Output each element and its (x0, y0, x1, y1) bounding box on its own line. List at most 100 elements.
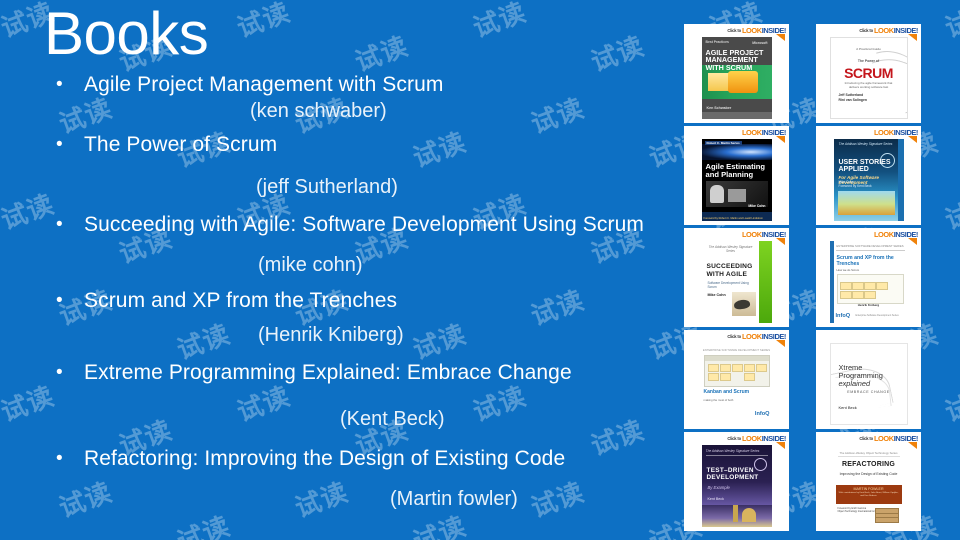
cover-author: Mike Cohn (748, 204, 766, 208)
cover-series: Best Practices (705, 40, 729, 44)
cover-art: The Addison-Wesley Object Technology Ser… (829, 445, 908, 527)
look-inside-look-label: LOOK (873, 230, 894, 239)
book-cover-thumbnail[interactable]: LOOK INSIDE! The Addison-Wesley Signatur… (684, 228, 789, 327)
list-item: • Scrum and XP from the Trenches (Henrik… (50, 288, 658, 348)
cover-art: A Practical Guide The Power of SCRUM Int… (829, 37, 908, 119)
look-inside-badge[interactable]: Click to LOOK INSIDE! (727, 331, 786, 347)
cover-author: Ken Schwaber (706, 106, 732, 110)
page-title: Books (44, 0, 209, 67)
cover-photo (837, 191, 895, 215)
cover-subtitle: Software Development Using Scrum (707, 281, 749, 289)
cover-publisher: Microsoft (752, 41, 768, 45)
cover-publisher-sub: Enterprise Software Development Series (855, 314, 899, 318)
look-inside-click-label: Click to (859, 28, 873, 33)
cover-spine (829, 241, 834, 323)
cover-subtitle: making the most of both (703, 398, 734, 402)
cover-art: ENTERPRISE SOFTWARE DEVELOPMENT SERIES S… (829, 241, 908, 323)
book-title: Extreme Programming Explained: Embrace C… (84, 361, 572, 384)
look-inside-badge[interactable]: LOOK INSIDE! (873, 229, 918, 245)
cover-art: The Addison-Wesley Signature Series TEST… (701, 445, 772, 527)
bullet-marker-icon: • (56, 74, 63, 95)
look-inside-badge[interactable]: LOOK INSIDE! (742, 127, 786, 143)
cover-title: Scrum and XP from the Trenches (836, 255, 894, 267)
look-inside-badge[interactable]: Click to LOOK INSIDE! (859, 25, 918, 41)
book-cover-thumbnail[interactable]: Click to LOOK INSIDE! Best Practices Mic… (684, 24, 789, 123)
book-cover-thumbnail[interactable]: LOOK INSIDE! ENTERPRISE SOFTWARE DEVELOP… (816, 228, 921, 327)
cover-title: AGILE PROJECT MANAGEMENT WITH SCRUM (705, 48, 764, 72)
cover-art: Robert C. Martin Series Agile Estimating… (701, 139, 772, 221)
look-inside-look-label: LOOK (741, 26, 762, 35)
cover-topline: The Addison-Wesley Object Technology Ser… (839, 451, 898, 455)
book-cover-thumbnail[interactable]: Click to LOOK INSIDE! A Practical Guide … (816, 24, 921, 123)
cover-title: REFACTORING (841, 461, 896, 468)
look-inside-badge[interactable]: Click to LOOK INSIDE! (859, 433, 918, 449)
cover-shape (707, 73, 730, 91)
cover-art: Xtreme Programming explained EMBRACE CHA… (829, 343, 908, 425)
book-cover-thumbnail[interactable]: Click to LOOK INSIDE! ENTERPRISE SOFTWAR… (684, 330, 789, 429)
look-inside-look-label: LOOK (741, 230, 762, 239)
cover-subtitle: Introducing the agile framework that del… (844, 81, 893, 89)
bullet-marker-icon: • (56, 134, 63, 155)
cover-topline: ENTERPRISE SOFTWARE DEVELOPMENT SERIES (702, 348, 771, 352)
book-cover-thumbnail[interactable]: Xtreme Programming explained EMBRACE CHA… (816, 330, 921, 429)
book-title: Refactoring: Improving the Design of Exi… (84, 447, 566, 470)
cover-series: Robert C. Martin Series (704, 141, 742, 145)
cover-subtitle: Improving the Design of Existing Code (839, 472, 898, 476)
book-author: (Henrik Kniberg) (258, 324, 404, 346)
look-inside-look-label: LOOK (873, 434, 894, 443)
look-inside-arrow-icon (776, 442, 785, 449)
book-cover-thumbnail[interactable]: LOOK INSIDE! Robert C. Martin Series Agi… (684, 126, 789, 225)
cover-author: MARTIN FOWLER (853, 486, 884, 491)
look-inside-look-label: LOOK (741, 332, 762, 341)
bullet-marker-icon: • (56, 448, 63, 469)
cover-shape (727, 189, 746, 202)
cover-author-sub: With contributions by Kent Beck, John Br… (838, 492, 899, 497)
cover-title: Agile Estimating and Planning (705, 162, 766, 180)
cover-shape (709, 185, 724, 203)
look-inside-look-label: LOOK (873, 128, 894, 137)
look-inside-badge[interactable]: Click to LOOK INSIDE! (727, 433, 786, 449)
cover-footer-text: Foreword by Robert C. Martin and Lowell … (703, 217, 763, 220)
book-cover-grid: Click to LOOK INSIDE! Best Practices Mic… (684, 24, 948, 531)
cover-gradient (701, 144, 772, 160)
cover-title: Xtreme Programming explained (839, 364, 901, 388)
cover-subtitle: By Example (707, 485, 730, 490)
slide-canvas: 试读 试读 试读 试读 试读 试读 试读 试读 试读 试读 试读 试读 试读 试读 试读 试读 试读 试读 试读 试读… (0, 0, 960, 540)
list-item: • The Power of Scrum (jeff Sutherland) (50, 132, 658, 200)
list-item: • Succeeding with Agile: Software Develo… (50, 212, 658, 278)
book-author: (ken schwaber) (250, 100, 387, 122)
cover-title: USER STORIES APPLIED (838, 159, 891, 174)
book-author: (Martin fowler) (390, 488, 518, 510)
cover-title: TEST–DRIVEN DEVELOPMENT (706, 467, 759, 482)
bullet-marker-icon: • (56, 214, 63, 235)
book-author: (jeff Sutherland) (256, 176, 398, 198)
look-inside-look-label: LOOK (873, 26, 894, 35)
book-cover-thumbnail[interactable]: Click to LOOK INSIDE! The Addison-Wesley… (816, 432, 921, 531)
look-inside-badge[interactable]: Click to LOOK INSIDE! (727, 25, 786, 41)
book-cover-thumbnail[interactable]: LOOK INSIDE! The Addison-Wesley Signatur… (816, 126, 921, 225)
book-cover-thumbnail[interactable]: Click to LOOK INSIDE! The Addison-Wesley… (684, 432, 789, 531)
look-inside-arrow-icon (776, 340, 785, 347)
book-title: The Power of Scrum (84, 133, 278, 156)
cover-title: Kanban and Scrum (703, 389, 750, 395)
cover-band: MARTIN FOWLER With contributions by Kent… (835, 485, 902, 504)
bullet-marker-icon: • (56, 362, 63, 383)
bullet-marker-icon: • (56, 290, 63, 311)
look-inside-badge[interactable]: LOOK INSIDE! (873, 127, 918, 143)
cover-title: SUCCEEDING WITH AGILE (706, 263, 753, 278)
cover-author: Henrik Kniberg (857, 303, 880, 307)
cover-diagram (703, 355, 770, 387)
cover-rule (835, 250, 905, 251)
look-inside-arrow-icon (908, 136, 917, 143)
cover-pretitle: The Power of (857, 59, 880, 63)
look-inside-click-label: Click to (727, 28, 741, 33)
cover-shape (727, 71, 758, 93)
cover-topline: ENTERPRISE SOFTWARE DEVELOPMENT SERIES (836, 244, 904, 248)
watermark-text: 试读 (233, 0, 295, 45)
watermark-text: 试读 (469, 0, 531, 45)
book-title: Agile Project Management with Scrum (84, 73, 444, 96)
look-inside-badge[interactable]: LOOK INSIDE! (741, 229, 786, 245)
cover-series: The Addison-Wesley Signature Series (705, 449, 760, 453)
look-inside-click-label: Click to (727, 334, 741, 339)
list-item: • Agile Project Management with Scrum (k… (50, 72, 658, 124)
